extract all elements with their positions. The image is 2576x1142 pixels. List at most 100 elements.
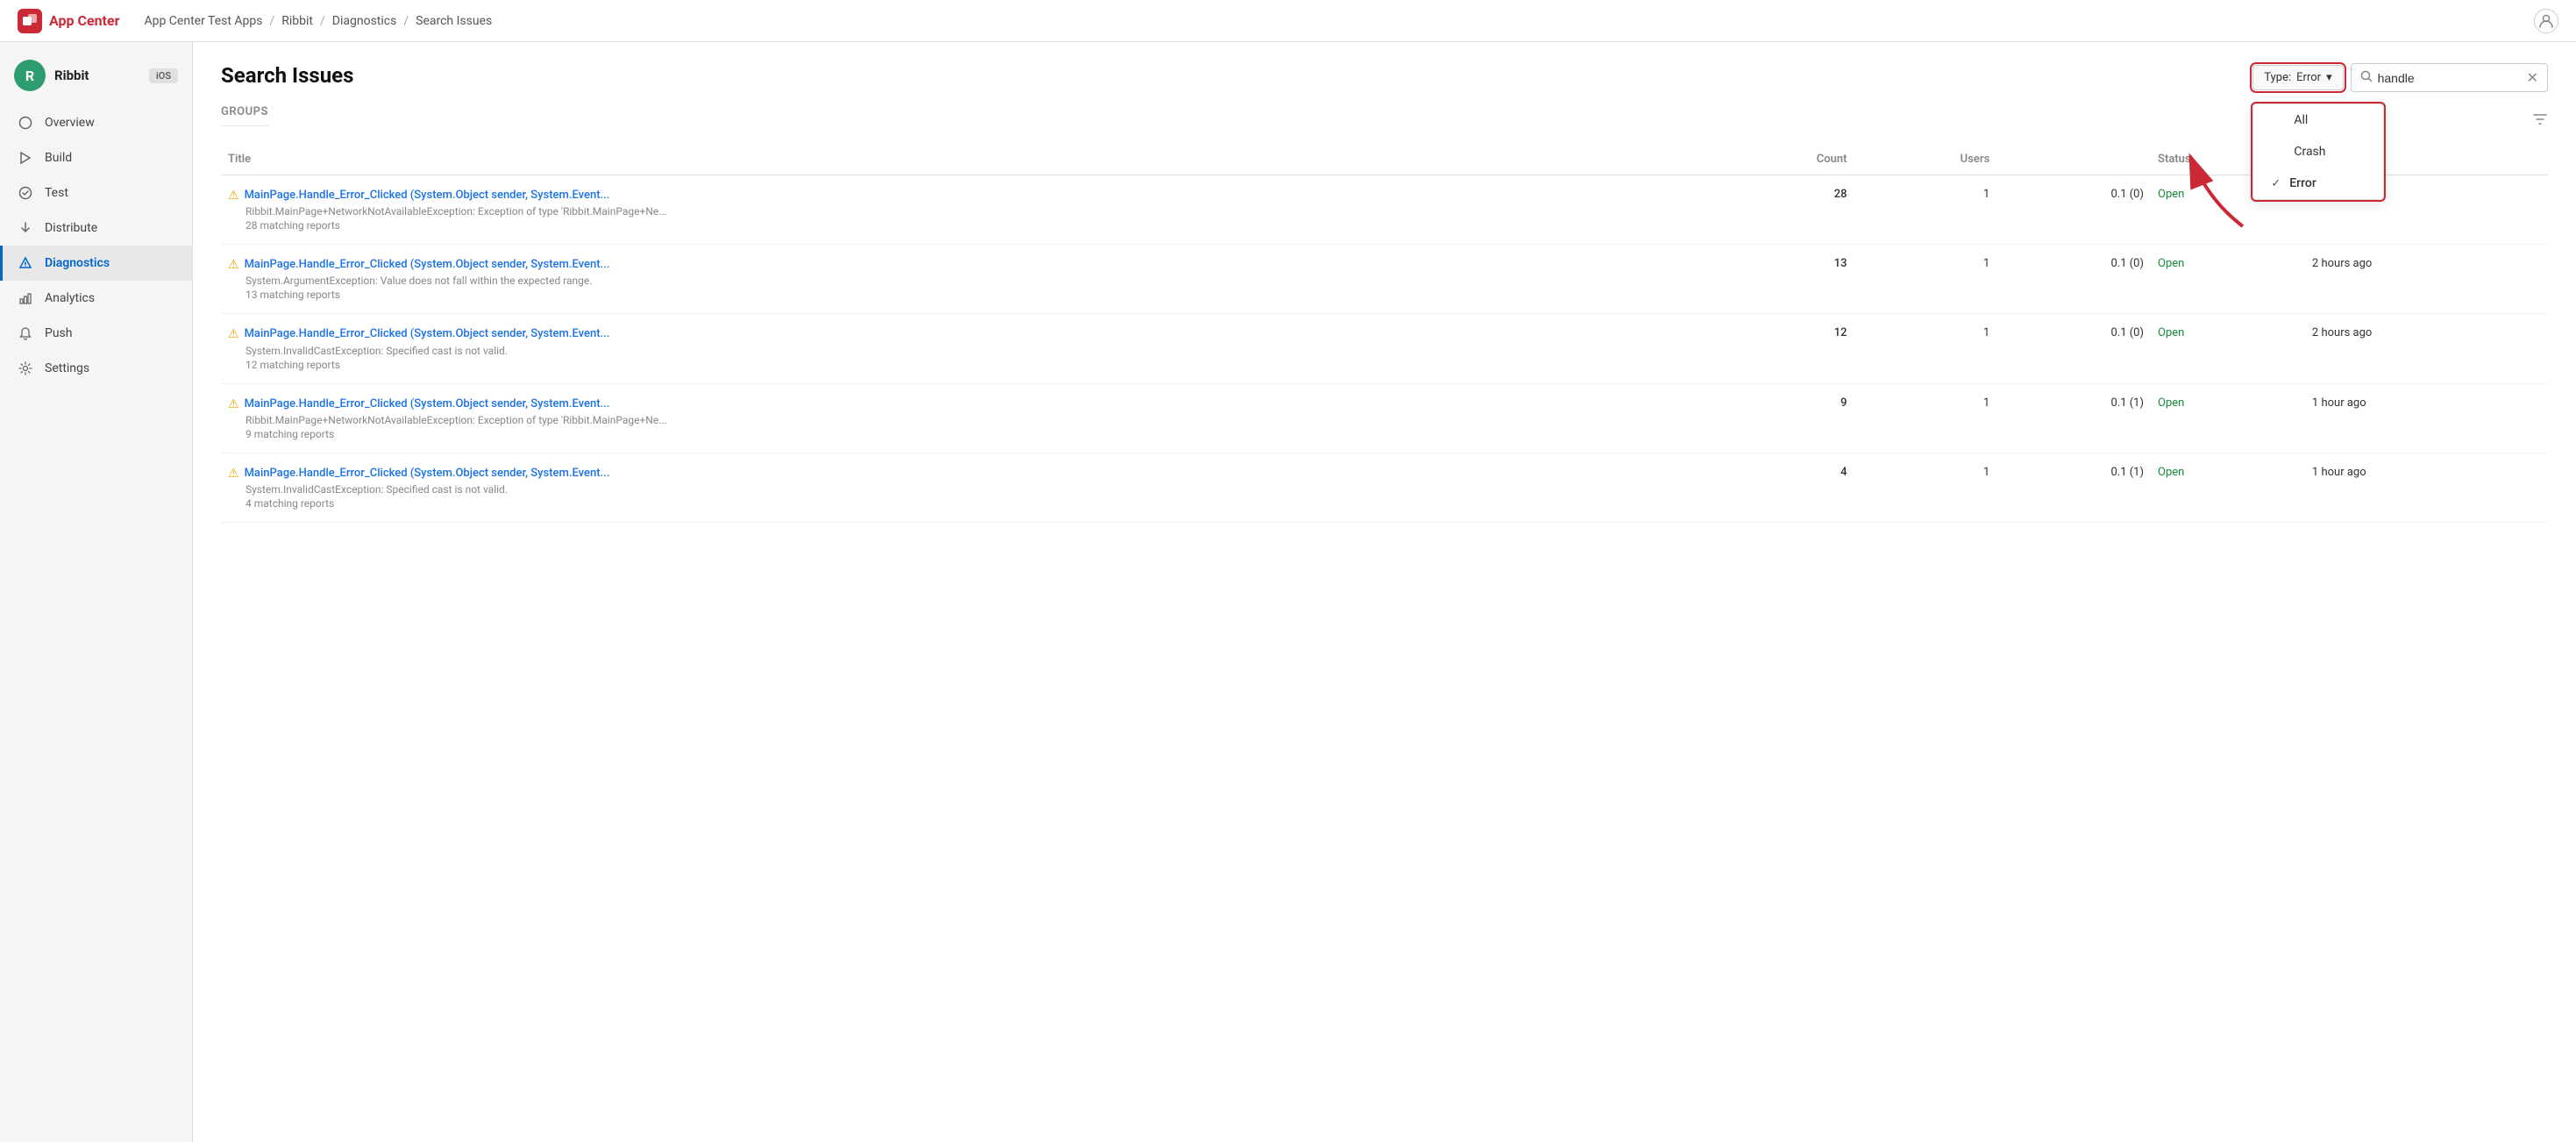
issue-subtitle: Ribbit.MainPage+NetworkNotAvailableExcep… bbox=[246, 205, 1701, 218]
dropdown-item-error[interactable]: ✓ Error bbox=[2253, 168, 2383, 199]
breadcrumb-3[interactable]: Diagnostics bbox=[332, 14, 397, 28]
issue-title-cell: ⚠ MainPage.Handle_Error_Clicked (System.… bbox=[221, 453, 1708, 522]
issue-status: Open bbox=[2151, 245, 2305, 314]
groups-header: Groups bbox=[221, 105, 2548, 133]
col-count: Count bbox=[1708, 144, 1854, 175]
app-name-label: App Center bbox=[49, 12, 119, 29]
search-input[interactable] bbox=[2378, 71, 2518, 85]
issue-title[interactable]: MainPage.Handle_Error_Clicked (System.Ob… bbox=[245, 326, 610, 342]
sidebar-app-header: R Ribbit iOS bbox=[0, 49, 192, 102]
overview-icon bbox=[17, 114, 34, 132]
filter-icon[interactable] bbox=[2532, 111, 2548, 132]
issue-reports: 28 matching reports bbox=[246, 219, 1701, 232]
error-check-icon: ✓ bbox=[2271, 177, 2281, 190]
sidebar-item-diagnostics[interactable]: Diagnostics bbox=[0, 246, 192, 281]
warning-icon: ⚠ bbox=[228, 397, 239, 411]
issue-reports: 12 matching reports bbox=[246, 359, 1701, 371]
issue-title-cell: ⚠ MainPage.Handle_Error_Clicked (System.… bbox=[221, 175, 1708, 245]
content-area: Search Issues Type: Error ▾ All bbox=[193, 42, 2576, 1142]
type-value: Error bbox=[2296, 71, 2321, 84]
analytics-icon bbox=[17, 289, 34, 307]
table-row[interactable]: ⚠ MainPage.Handle_Error_Clicked (System.… bbox=[221, 314, 2548, 383]
sidebar-item-overview[interactable]: Overview bbox=[0, 105, 192, 140]
type-dropdown[interactable]: Type: Error ▾ bbox=[2252, 65, 2343, 90]
issue-impact: 0.1 (0) bbox=[1996, 314, 2151, 383]
sidebar-item-distribute[interactable]: Distribute bbox=[0, 211, 192, 246]
close-button[interactable]: ✕ bbox=[2527, 69, 2538, 86]
breadcrumb-2[interactable]: Ribbit bbox=[281, 14, 313, 28]
issue-count: 4 bbox=[1708, 453, 1854, 522]
search-input-wrap: ✕ bbox=[2351, 63, 2548, 92]
sidebar-item-analytics[interactable]: Analytics bbox=[0, 281, 192, 316]
issue-subtitle: System.InvalidCastException: Specified c… bbox=[246, 483, 1701, 496]
issue-status: Open bbox=[2151, 383, 2305, 453]
warning-icon: ⚠ bbox=[228, 189, 239, 203]
issue-subtitle: System.InvalidCastException: Specified c… bbox=[246, 345, 1701, 357]
issue-count: 12 bbox=[1708, 314, 1854, 383]
issue-title-cell: ⚠ MainPage.Handle_Error_Clicked (System.… bbox=[221, 383, 1708, 453]
table-header: Title Count Users Status Last report bbox=[221, 144, 2548, 175]
issue-last-report: 1 hour ago bbox=[2305, 383, 2548, 453]
issue-impact: 0.1 (1) bbox=[1996, 453, 2151, 522]
table-row[interactable]: ⚠ MainPage.Handle_Error_Clicked (System.… bbox=[221, 383, 2548, 453]
app-logo[interactable]: App Center bbox=[18, 9, 119, 33]
user-avatar[interactable] bbox=[2534, 9, 2558, 33]
issue-users: 1 bbox=[1854, 175, 1997, 245]
issue-title[interactable]: MainPage.Handle_Error_Clicked (System.Ob… bbox=[245, 188, 610, 203]
distribute-icon bbox=[17, 219, 34, 237]
issue-impact: 0.1 (1) bbox=[1996, 383, 2151, 453]
logo-icon bbox=[18, 9, 42, 33]
diagnostics-icon bbox=[17, 254, 34, 272]
search-icon bbox=[2360, 69, 2373, 86]
search-bar-area: Type: Error ▾ All Crash ✓ bbox=[2252, 63, 2548, 92]
dropdown-label-crash: Crash bbox=[2294, 145, 2325, 159]
dropdown-label-all: All bbox=[2294, 113, 2308, 127]
issue-last-report: 2 hours ago bbox=[2305, 245, 2548, 314]
col-impact bbox=[1996, 144, 2151, 175]
page-title: Search Issues bbox=[221, 63, 2548, 88]
issue-title-cell: ⚠ MainPage.Handle_Error_Clicked (System.… bbox=[221, 245, 1708, 314]
issue-last-report: 1 hour ago bbox=[2305, 453, 2548, 522]
issues-table: Title Count Users Status Last report ⚠ M… bbox=[221, 144, 2548, 523]
breadcrumb-sep-3: / bbox=[403, 14, 409, 28]
table-row[interactable]: ⚠ MainPage.Handle_Error_Clicked (System.… bbox=[221, 245, 2548, 314]
issue-count: 28 bbox=[1708, 175, 1854, 245]
dropdown-label-error: Error bbox=[2289, 176, 2316, 190]
issue-count: 9 bbox=[1708, 383, 1854, 453]
breadcrumb-sep-1: / bbox=[269, 14, 274, 28]
warning-icon: ⚠ bbox=[228, 258, 239, 272]
breadcrumb-4[interactable]: Search Issues bbox=[416, 14, 492, 28]
sidebar-item-settings[interactable]: Settings bbox=[0, 351, 192, 386]
dropdown-item-all[interactable]: All bbox=[2253, 104, 2383, 136]
top-nav: App Center App Center Test Apps / Ribbit… bbox=[0, 0, 2576, 42]
issue-impact: 0.1 (0) bbox=[1996, 175, 2151, 245]
chevron-down-icon: ▾ bbox=[2326, 71, 2332, 84]
sidebar-item-test[interactable]: Test bbox=[0, 175, 192, 211]
breadcrumb-1[interactable]: App Center Test Apps bbox=[144, 14, 262, 28]
groups-section: Groups Title Count Users Status Last rep… bbox=[221, 105, 2548, 523]
issue-subtitle: System.ArgumentException: Value does not… bbox=[246, 275, 1701, 287]
sidebar-item-build[interactable]: Build bbox=[0, 140, 192, 175]
groups-label: Groups bbox=[221, 105, 268, 126]
issue-users: 1 bbox=[1854, 245, 1997, 314]
issue-users: 1 bbox=[1854, 453, 1997, 522]
col-title: Title bbox=[221, 144, 1708, 175]
issue-title[interactable]: MainPage.Handle_Error_Clicked (System.Ob… bbox=[245, 466, 610, 482]
build-icon bbox=[17, 149, 34, 167]
issue-title[interactable]: MainPage.Handle_Error_Clicked (System.Ob… bbox=[245, 396, 610, 412]
dropdown-item-crash[interactable]: Crash bbox=[2253, 136, 2383, 168]
issue-title[interactable]: MainPage.Handle_Error_Clicked (System.Ob… bbox=[245, 257, 610, 273]
table-row[interactable]: ⚠ MainPage.Handle_Error_Clicked (System.… bbox=[221, 175, 2548, 245]
top-nav-right bbox=[2534, 9, 2558, 33]
sidebar: R Ribbit iOS Overview Build Test bbox=[0, 42, 193, 1142]
sidebar-app-name: Ribbit bbox=[54, 68, 89, 83]
breadcrumb-sep-2: / bbox=[320, 14, 325, 28]
table-row[interactable]: ⚠ MainPage.Handle_Error_Clicked (System.… bbox=[221, 453, 2548, 522]
platform-badge: iOS bbox=[149, 68, 178, 83]
issue-title-cell: ⚠ MainPage.Handle_Error_Clicked (System.… bbox=[221, 314, 1708, 383]
issue-count: 13 bbox=[1708, 245, 1854, 314]
issue-users: 1 bbox=[1854, 383, 1997, 453]
issue-subtitle: Ribbit.MainPage+NetworkNotAvailableExcep… bbox=[246, 414, 1701, 426]
sidebar-item-push[interactable]: Push bbox=[0, 316, 192, 351]
test-icon bbox=[17, 184, 34, 202]
